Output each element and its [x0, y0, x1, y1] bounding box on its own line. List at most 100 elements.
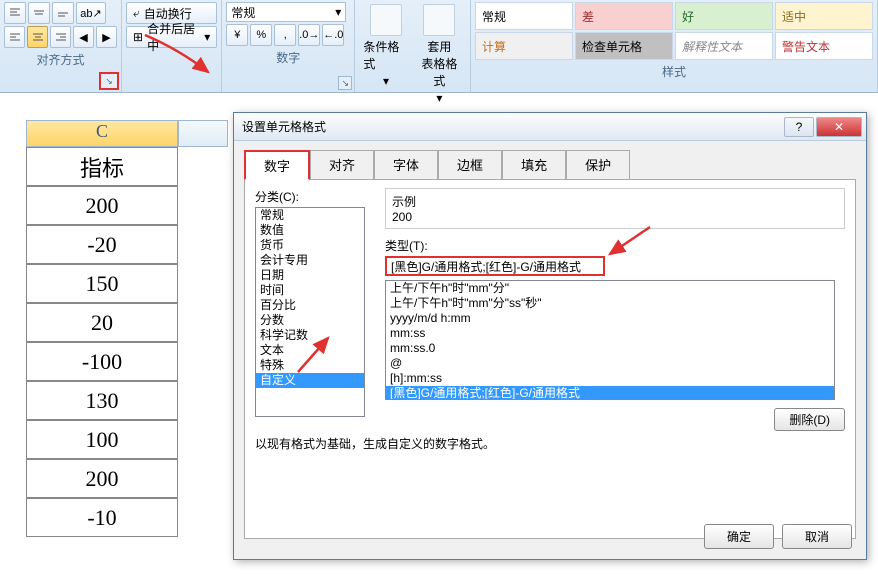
cell[interactable]: 150: [26, 264, 178, 303]
dialog-titlebar: 设置单元格格式 ? ✕: [234, 113, 866, 141]
styles-group-label: 样式: [475, 60, 873, 83]
align-top[interactable]: [4, 2, 26, 24]
increase-decimal[interactable]: .0→: [298, 24, 320, 46]
style-neutral[interactable]: 适中: [775, 2, 873, 30]
cell[interactable]: -20: [26, 225, 178, 264]
delete-button[interactable]: 删除(D): [774, 408, 845, 431]
style-bad[interactable]: 差: [575, 2, 673, 30]
decrease-decimal[interactable]: ←.0: [322, 24, 344, 46]
sample-box: 示例 200: [385, 188, 845, 229]
style-calc[interactable]: 计算: [475, 32, 573, 60]
category-item[interactable]: 分数: [256, 313, 364, 328]
tab-number[interactable]: 数字: [244, 150, 310, 180]
type-list[interactable]: 上午/下午h"时"mm"分"上午/下午h"时"mm"分"ss"秒"yyyy/m/…: [385, 280, 835, 400]
category-item[interactable]: 货币: [256, 238, 364, 253]
tab-font[interactable]: 字体: [374, 150, 438, 180]
cell[interactable]: -100: [26, 342, 178, 381]
chevron-down-icon: ▾: [436, 91, 442, 105]
type-list-item[interactable]: yyyy/m/d h:mm: [386, 311, 834, 326]
styles-group: 常规 差 好 适中 计算 检查单元格 解释性文本 警告文本 样式: [471, 0, 878, 92]
category-item[interactable]: 会计专用: [256, 253, 364, 268]
number-format-combo[interactable]: 常规▾: [226, 2, 346, 22]
align-left[interactable]: [4, 26, 25, 48]
category-item[interactable]: 数值: [256, 223, 364, 238]
sample-label: 示例: [392, 193, 838, 210]
cell-header[interactable]: 指标: [26, 147, 178, 186]
table-format-icon: [423, 4, 455, 36]
wrap-merge-group: ⤶自动换行 ⊞合并后居中▾: [122, 0, 222, 92]
cancel-button[interactable]: 取消: [782, 524, 852, 549]
format-buttons-group: 条件格式▾ 套用 表格格式▾: [355, 0, 471, 92]
sample-value: 200: [392, 210, 838, 224]
category-item[interactable]: 常规: [256, 208, 364, 223]
type-list-item[interactable]: mm:ss: [386, 326, 834, 341]
category-item[interactable]: 时间: [256, 283, 364, 298]
cell[interactable]: -10: [26, 498, 178, 537]
close-button[interactable]: ✕: [816, 117, 862, 137]
cell[interactable]: 130: [26, 381, 178, 420]
number-group-label: 数字: [226, 46, 350, 69]
cond-format-icon: [370, 4, 402, 36]
type-list-item[interactable]: 上午/下午h"时"mm"分"ss"秒": [386, 296, 834, 311]
tab-panel-number: 分类(C): 常规数值货币会计专用日期时间百分比分数科学记数文本特殊自定义 示例…: [244, 179, 856, 539]
cell[interactable]: 200: [26, 459, 178, 498]
type-list-item[interactable]: @: [386, 356, 834, 371]
category-item[interactable]: 文本: [256, 343, 364, 358]
column-header-c[interactable]: C: [26, 120, 178, 147]
percent-button[interactable]: %: [250, 24, 272, 46]
align-group: ab↗ ◀ ▶ 对齐方式 ↘: [0, 0, 122, 92]
category-item[interactable]: 科学记数: [256, 328, 364, 343]
category-item[interactable]: 日期: [256, 268, 364, 283]
category-item[interactable]: 百分比: [256, 298, 364, 313]
conditional-format-button[interactable]: 条件格式▾: [359, 2, 412, 90]
type-list-item[interactable]: [h]:mm:ss: [386, 371, 834, 386]
align-group-label: 对齐方式: [4, 48, 117, 71]
table-format-button[interactable]: 套用 表格格式▾: [413, 2, 466, 107]
orientation[interactable]: ab↗: [76, 2, 106, 24]
style-explain[interactable]: 解释性文本: [675, 32, 773, 60]
align-center[interactable]: [27, 26, 48, 48]
ribbon: ab↗ ◀ ▶ 对齐方式 ↘ ⤶自动换行 ⊞合并后居中▾ 常规▾ ¥ % , .…: [0, 0, 878, 93]
tab-border[interactable]: 边框: [438, 150, 502, 180]
currency-button[interactable]: ¥: [226, 24, 248, 46]
number-dialog-launcher[interactable]: ↘: [338, 76, 352, 90]
type-list-item[interactable]: 上午/下午h"时"mm"分": [386, 281, 834, 296]
spreadsheet: C 指标 200 -20 150 20 -100 130 100 200 -10: [0, 120, 228, 537]
ok-button[interactable]: 确定: [704, 524, 774, 549]
cell[interactable]: 200: [26, 186, 178, 225]
category-list[interactable]: 常规数值货币会计专用日期时间百分比分数科学记数文本特殊自定义: [255, 207, 365, 417]
align-middle[interactable]: [28, 2, 50, 24]
dialog-tabs: 数字 对齐 字体 边框 填充 保护: [234, 141, 866, 179]
help-button[interactable]: ?: [784, 117, 814, 137]
type-list-item[interactable]: mm:ss.0: [386, 341, 834, 356]
tab-protect[interactable]: 保护: [566, 150, 630, 180]
dialog-title: 设置单元格格式: [242, 118, 326, 135]
category-item[interactable]: 自定义: [256, 373, 364, 388]
type-label: 类型(T):: [385, 237, 845, 254]
style-warn[interactable]: 警告文本: [775, 32, 873, 60]
format-cells-dialog: 设置单元格格式 ? ✕ 数字 对齐 字体 边框 填充 保护 分类(C): 常规数…: [233, 112, 867, 560]
align-dialog-launcher[interactable]: ↘: [99, 72, 119, 90]
column-header-d[interactable]: [178, 120, 228, 147]
chevron-down-icon: ▾: [204, 30, 210, 44]
style-check[interactable]: 检查单元格: [575, 32, 673, 60]
merge-icon: ⊞: [133, 30, 143, 44]
type-list-item[interactable]: [黑色]G/通用格式;[红色]-G/通用格式: [386, 386, 834, 400]
cell[interactable]: 20: [26, 303, 178, 342]
merge-center-button[interactable]: ⊞合并后居中▾: [126, 26, 217, 48]
tab-fill[interactable]: 填充: [502, 150, 566, 180]
style-good[interactable]: 好: [675, 2, 773, 30]
align-right[interactable]: [50, 26, 71, 48]
tab-align[interactable]: 对齐: [310, 150, 374, 180]
chevron-down-icon: ▾: [383, 74, 389, 88]
indent-decrease[interactable]: ◀: [73, 26, 94, 48]
comma-button[interactable]: ,: [274, 24, 296, 46]
style-gallery[interactable]: 常规 差 好 适中 计算 检查单元格 解释性文本 警告文本: [475, 2, 873, 60]
indent-increase[interactable]: ▶: [96, 26, 117, 48]
number-group: 常规▾ ¥ % , .0→ ←.0 数字 ↘: [222, 0, 355, 92]
align-bottom[interactable]: [52, 2, 74, 24]
type-input[interactable]: [385, 256, 605, 276]
style-normal[interactable]: 常规: [475, 2, 573, 30]
category-item[interactable]: 特殊: [256, 358, 364, 373]
cell[interactable]: 100: [26, 420, 178, 459]
